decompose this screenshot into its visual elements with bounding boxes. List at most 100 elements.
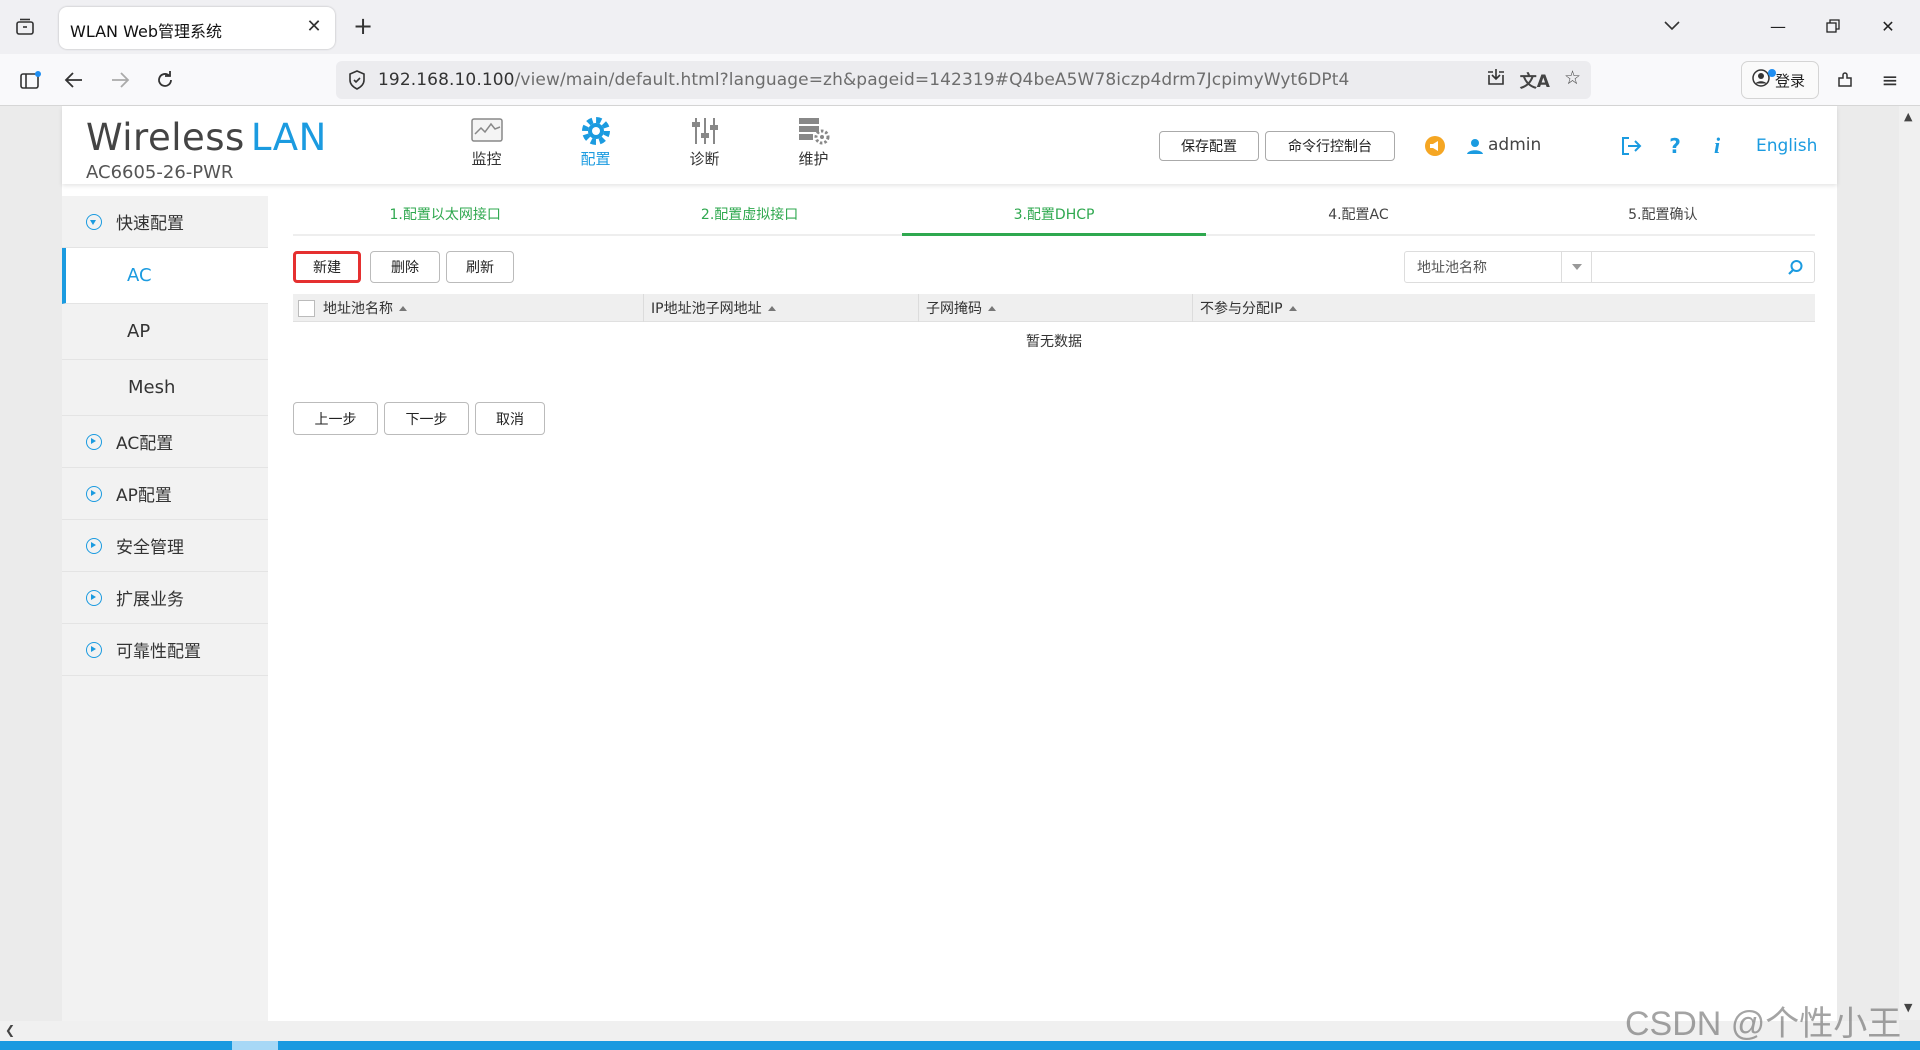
column-mask[interactable]: 子网掩码 bbox=[919, 294, 1193, 322]
column-subnet[interactable]: IP地址池子网地址 bbox=[644, 294, 919, 322]
cancel-button[interactable]: 取消 bbox=[475, 402, 545, 435]
sidebar-item-label: AC配置 bbox=[116, 434, 174, 454]
pool-table: 地址池名称 IP地址池子网地址 子网掩码 不参与分配IP 暂无数据 bbox=[293, 294, 1815, 362]
delete-button[interactable]: 删除 bbox=[370, 251, 440, 283]
close-window-icon[interactable]: ✕ bbox=[1873, 12, 1903, 40]
vertical-scrollbar[interactable]: ▲ ▼ bbox=[1899, 106, 1920, 1020]
sidebar-sub-ap[interactable]: AP bbox=[62, 304, 268, 360]
extensions-icon[interactable] bbox=[1829, 64, 1861, 96]
tab-title: WLAN Web管理系统 bbox=[70, 22, 222, 41]
sort-asc-icon[interactable] bbox=[988, 305, 996, 311]
info-icon[interactable]: i bbox=[1704, 133, 1730, 159]
restore-icon[interactable] bbox=[1818, 12, 1848, 40]
tab-bar: WLAN Web管理系统 ✕ + — ✕ bbox=[0, 0, 1920, 54]
sort-asc-icon[interactable] bbox=[1288, 305, 1297, 311]
chevron-down-icon[interactable] bbox=[1664, 15, 1680, 36]
filter-field-select[interactable]: 地址池名称 bbox=[1404, 251, 1592, 283]
sidebar-item-ap-config[interactable]: AP配置 bbox=[62, 468, 268, 520]
next-step-button[interactable]: 下一步 bbox=[384, 402, 469, 435]
nav-maintain-label: 维护 bbox=[798, 150, 829, 168]
save-config-button[interactable]: 保存配置 bbox=[1159, 131, 1259, 161]
scroll-down-icon[interactable]: ▼ bbox=[1904, 1001, 1912, 1014]
sidebar-item-label: 快速配置 bbox=[116, 214, 184, 234]
sidebar-sub-label: AP bbox=[127, 321, 151, 342]
shield-icon[interactable] bbox=[346, 69, 368, 91]
nav-maintain[interactable]: 维护 bbox=[759, 114, 868, 169]
nav-config-label: 配置 bbox=[580, 150, 611, 168]
download-page-icon[interactable] bbox=[1486, 67, 1506, 92]
wizard-step-2[interactable]: 2.配置虚拟接口 bbox=[597, 191, 901, 234]
address-bar[interactable]: 192.168.10.100/view/main/default.html?la… bbox=[336, 61, 1591, 99]
collapse-circle-icon bbox=[86, 537, 102, 554]
sidebar-item-extended[interactable]: 扩展业务 bbox=[62, 572, 268, 624]
wizard-step-5[interactable]: 5.配置确认 bbox=[1511, 191, 1815, 234]
language-switch[interactable]: English bbox=[1756, 136, 1817, 156]
main-content: 1.配置以太网接口 2.配置虚拟接口 3.配置DHCP 4.配置AC 5.配置确… bbox=[293, 191, 1815, 452]
wizard-step-3[interactable]: 3.配置DHCP bbox=[901, 191, 1207, 236]
sidebar-item-quick-config[interactable]: 快速配置 bbox=[62, 196, 268, 248]
sort-asc-icon[interactable] bbox=[399, 305, 407, 311]
help-icon[interactable]: ? bbox=[1662, 133, 1688, 159]
wizard-steps: 1.配置以太网接口 2.配置虚拟接口 3.配置DHCP 4.配置AC 5.配置确… bbox=[293, 191, 1815, 236]
maintenance-icon bbox=[759, 114, 868, 148]
new-button[interactable]: 新建 bbox=[293, 251, 361, 283]
scroll-left-icon[interactable]: ❮ bbox=[5, 1023, 15, 1037]
column-pool-name[interactable]: 地址池名称 bbox=[293, 294, 644, 322]
collapse-circle-icon bbox=[86, 641, 102, 658]
column-excluded-ip[interactable]: 不参与分配IP bbox=[1193, 294, 1815, 322]
filter-search-input[interactable] bbox=[1591, 251, 1815, 283]
refresh-button[interactable]: 刷新 bbox=[446, 251, 514, 283]
sidebar-sub-label: Mesh bbox=[128, 377, 176, 398]
logout-icon[interactable] bbox=[1618, 133, 1644, 159]
sidebar-item-ac-config[interactable]: AC配置 bbox=[62, 416, 268, 468]
search-icon[interactable] bbox=[1787, 259, 1804, 280]
sliders-icon bbox=[650, 114, 759, 148]
alarm-icon[interactable] bbox=[1422, 133, 1448, 159]
forward-icon[interactable] bbox=[104, 64, 136, 96]
wizard-step-4[interactable]: 4.配置AC bbox=[1206, 191, 1510, 234]
table-header: 地址池名称 IP地址池子网地址 子网掩码 不参与分配IP bbox=[293, 294, 1815, 322]
sidebar-item-label: 安全管理 bbox=[116, 538, 184, 558]
reload-icon[interactable] bbox=[149, 64, 181, 96]
sort-asc-icon[interactable] bbox=[767, 305, 776, 311]
nav-diagnose-label: 诊断 bbox=[689, 150, 720, 168]
menu-icon[interactable]: ≡ bbox=[1874, 64, 1906, 96]
new-tab-icon[interactable]: + bbox=[350, 13, 376, 39]
prev-step-button[interactable]: 上一步 bbox=[293, 402, 378, 435]
close-tab-icon[interactable]: ✕ bbox=[303, 16, 325, 37]
sidebar-item-label: AP配置 bbox=[116, 486, 172, 506]
nav-diagnose[interactable]: 诊断 bbox=[650, 114, 759, 169]
sidebar-toggle-icon[interactable] bbox=[14, 64, 46, 96]
minimize-icon[interactable]: — bbox=[1763, 12, 1793, 40]
column-label: IP地址池子网地址 bbox=[651, 301, 762, 317]
action-bar: 新建 删除 刷新 地址池名称 bbox=[293, 236, 1815, 294]
tab-list-icon[interactable] bbox=[12, 14, 38, 40]
username: admin bbox=[1488, 135, 1542, 155]
nav-monitor[interactable]: 监控 bbox=[432, 114, 541, 169]
column-label: 子网掩码 bbox=[926, 301, 982, 317]
back-icon[interactable] bbox=[58, 64, 90, 96]
horizontal-scrollbar[interactable]: ❮ bbox=[0, 1021, 1899, 1041]
bookmark-star-icon[interactable]: ☆ bbox=[1564, 67, 1581, 92]
select-all-checkbox[interactable] bbox=[298, 299, 315, 317]
url-path: /view/main/default.html?language=zh&page… bbox=[514, 70, 1350, 90]
wizard-step-1[interactable]: 1.配置以太网接口 bbox=[293, 191, 597, 234]
sidebar-item-reliability[interactable]: 可靠性配置 bbox=[62, 624, 268, 676]
sidebar-item-security[interactable]: 安全管理 bbox=[62, 520, 268, 572]
user-icon bbox=[1462, 133, 1488, 159]
scroll-up-icon[interactable]: ▲ bbox=[1904, 110, 1912, 123]
sidebar-sub-ac[interactable]: AC bbox=[62, 248, 268, 304]
sidebar-sub-mesh[interactable]: Mesh bbox=[62, 360, 268, 416]
nav-config[interactable]: 配置 bbox=[541, 114, 650, 169]
browser-tab-active[interactable]: WLAN Web管理系统 ✕ bbox=[59, 7, 335, 49]
collapse-circle-icon bbox=[86, 485, 102, 502]
sidebar-sub-label: AC bbox=[127, 265, 152, 286]
login-button[interactable]: 登录 bbox=[1741, 61, 1819, 99]
translate-icon[interactable]: 文A bbox=[1520, 67, 1550, 92]
cli-console-button[interactable]: 命令行控制台 bbox=[1265, 131, 1395, 161]
wizard-nav-buttons: 上一步 下一步 取消 bbox=[293, 402, 1815, 452]
empty-table-message: 暂无数据 bbox=[1026, 334, 1082, 350]
collapse-circle-icon bbox=[86, 589, 102, 606]
login-label: 登录 bbox=[1775, 71, 1806, 90]
main-nav: 监控 配置 诊断 维护 bbox=[432, 114, 868, 169]
